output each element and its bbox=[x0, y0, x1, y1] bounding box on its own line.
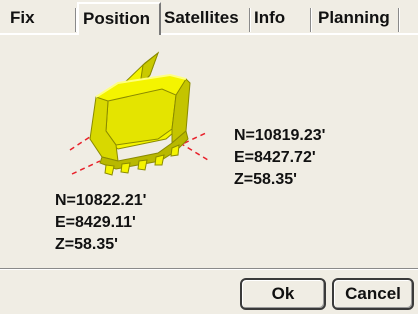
elevation-value: Z=58.35' bbox=[55, 236, 118, 253]
northing-value: N=10819.23' bbox=[234, 127, 326, 144]
tab-planning[interactable]: Planning bbox=[318, 5, 390, 31]
tab-fix[interactable]: Fix bbox=[10, 5, 35, 31]
tab-label: Info bbox=[254, 8, 286, 27]
tab-separator bbox=[249, 8, 251, 32]
easting-value: E=8429.11' bbox=[55, 214, 136, 231]
tab-separator bbox=[398, 8, 400, 32]
tab-label: Planning bbox=[318, 8, 390, 27]
ok-button-label: Ok bbox=[271, 284, 295, 303]
tab-separator bbox=[310, 8, 312, 32]
elevation-value: Z=58.35' bbox=[234, 171, 297, 188]
button-bar-divider-highlight bbox=[0, 269, 418, 270]
easting-value: E=8427.72' bbox=[234, 149, 316, 166]
tab-info[interactable]: Info bbox=[254, 5, 285, 31]
position-dialog: Fix Position Satellites Info Planning N=… bbox=[0, 0, 418, 314]
tab-position[interactable]: Position bbox=[77, 2, 161, 35]
tab-label: Satellites bbox=[164, 8, 239, 27]
tab-satellites[interactable]: Satellites bbox=[164, 5, 239, 31]
tab-label: Fix bbox=[10, 8, 35, 27]
right-point-coordinates: N=10819.23' E=8427.72' Z=58.35' bbox=[234, 125, 325, 191]
tab-bar: Fix Position Satellites Info Planning bbox=[0, 0, 418, 35]
tab-baseline bbox=[0, 33, 418, 35]
northing-value: N=10822.21' bbox=[55, 192, 147, 209]
cancel-button-label: Cancel bbox=[345, 284, 401, 303]
tab-label: Position bbox=[83, 9, 151, 28]
cancel-button[interactable]: Cancel bbox=[332, 278, 414, 310]
ok-button[interactable]: Ok bbox=[240, 278, 326, 310]
left-point-coordinates: N=10822.21' E=8429.11' Z=58.35' bbox=[55, 190, 146, 256]
position-panel: N=10819.23' E=8427.72' Z=58.35' N=10822.… bbox=[0, 35, 418, 267]
